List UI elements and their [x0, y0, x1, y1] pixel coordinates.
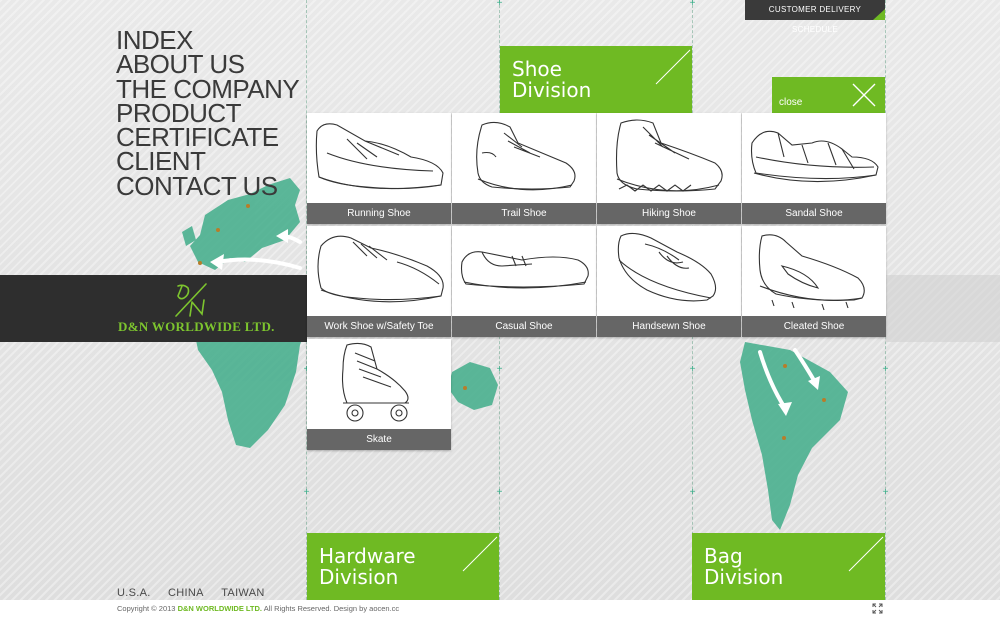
hardware-division-label: Hardware Division — [319, 544, 416, 589]
diagonal-line-icon — [655, 49, 691, 85]
product-label: Work Shoe w/Safety Toe — [307, 316, 451, 337]
country-list: U.S.A. CHINA TAIWAN — [117, 583, 278, 601]
brand-name: D&N WORLDWIDE LTD. — [118, 319, 275, 334]
diagonal-line-icon — [462, 536, 498, 572]
hardware-division-tile[interactable]: Hardware Division — [307, 533, 499, 600]
product-label: Trail Shoe — [452, 203, 596, 224]
trail-shoe-icon — [476, 121, 576, 191]
product-tile-work-shoe[interactable]: Work Shoe w/Safety Toe — [307, 226, 451, 337]
band-extension — [885, 275, 1000, 342]
product-label: Hiking Shoe — [597, 203, 741, 224]
close-icon — [852, 83, 876, 107]
fullscreen-icon[interactable] — [872, 603, 883, 614]
copyright-suffix: All Rights Reserved. Design by aocen.cc — [263, 604, 400, 613]
footer: Copyright © 2013 D&N WORLDWIDE LTD. All … — [0, 600, 1000, 617]
product-tile-sandal-shoe[interactable]: Sandal Shoe — [742, 113, 886, 224]
product-label: Skate — [307, 429, 451, 450]
country-taiwan[interactable]: TAIWAN — [221, 587, 264, 599]
bag-division-tile[interactable]: Bag Division — [692, 533, 885, 600]
running-shoe-icon — [315, 123, 444, 190]
handsewn-shoe-icon — [617, 232, 717, 302]
casual-shoe-icon — [460, 251, 589, 289]
copyright-text: Copyright © 2013 D&N WORLDWIDE LTD. All … — [117, 604, 399, 613]
product-tile-skate[interactable]: Skate — [307, 339, 451, 450]
country-china[interactable]: CHINA — [168, 587, 204, 599]
dn-monogram-icon[interactable] — [170, 282, 210, 318]
customer-delivery-schedule-link[interactable]: CUSTOMER DELIVERY SCHEDULE — [745, 0, 885, 34]
shoe-division-label: Shoe Division — [512, 57, 592, 102]
product-grid: Running Shoe Trail Shoe Hiking Shoe Sand… — [307, 113, 886, 450]
product-label: Sandal Shoe — [742, 203, 886, 224]
product-tile-cleated-shoe[interactable]: Cleated Shoe — [742, 226, 886, 337]
corner-accent — [873, 9, 885, 20]
nav-item-contact-us[interactable]: CONTACT US — [116, 173, 299, 199]
product-tile-running-shoe[interactable]: Running Shoe — [307, 113, 451, 224]
main-nav: INDEX ABOUT US THE COMPANY PRODUCT CERTI… — [116, 27, 300, 199]
roller-skate-icon — [341, 342, 409, 422]
product-label: Casual Shoe — [452, 316, 596, 337]
close-label: close — [779, 97, 803, 108]
copyright-company: D&N WORLDWIDE LTD. — [177, 604, 263, 613]
country-usa[interactable]: U.S.A. — [117, 587, 151, 599]
diagonal-line-icon — [848, 536, 884, 572]
nav-item-about-us[interactable]: ABOUT US — [116, 51, 299, 77]
page-background: + + + + + + + + + + — [0, 0, 1000, 617]
product-tile-hiking-shoe[interactable]: Hiking Shoe — [597, 113, 741, 224]
product-tile-handsewn-shoe[interactable]: Handsewn Shoe — [597, 226, 741, 337]
close-button[interactable]: close — [772, 77, 885, 114]
product-tile-trail-shoe[interactable]: Trail Shoe — [452, 113, 596, 224]
shoe-division-tile[interactable]: Shoe Division — [500, 46, 692, 113]
product-label: Handsewn Shoe — [597, 316, 741, 337]
hiking-shoe-icon — [615, 119, 723, 192]
product-label: Running Shoe — [307, 203, 451, 224]
cleated-shoe-icon — [758, 234, 865, 311]
product-label: Cleated Shoe — [742, 316, 886, 337]
sandal-shoe-icon — [750, 130, 879, 183]
bag-division-label: Bag Division — [704, 544, 784, 589]
product-tile-casual-shoe[interactable]: Casual Shoe — [452, 226, 596, 337]
copyright-prefix: Copyright © 2013 — [117, 604, 176, 613]
work-shoe-icon — [317, 235, 444, 303]
